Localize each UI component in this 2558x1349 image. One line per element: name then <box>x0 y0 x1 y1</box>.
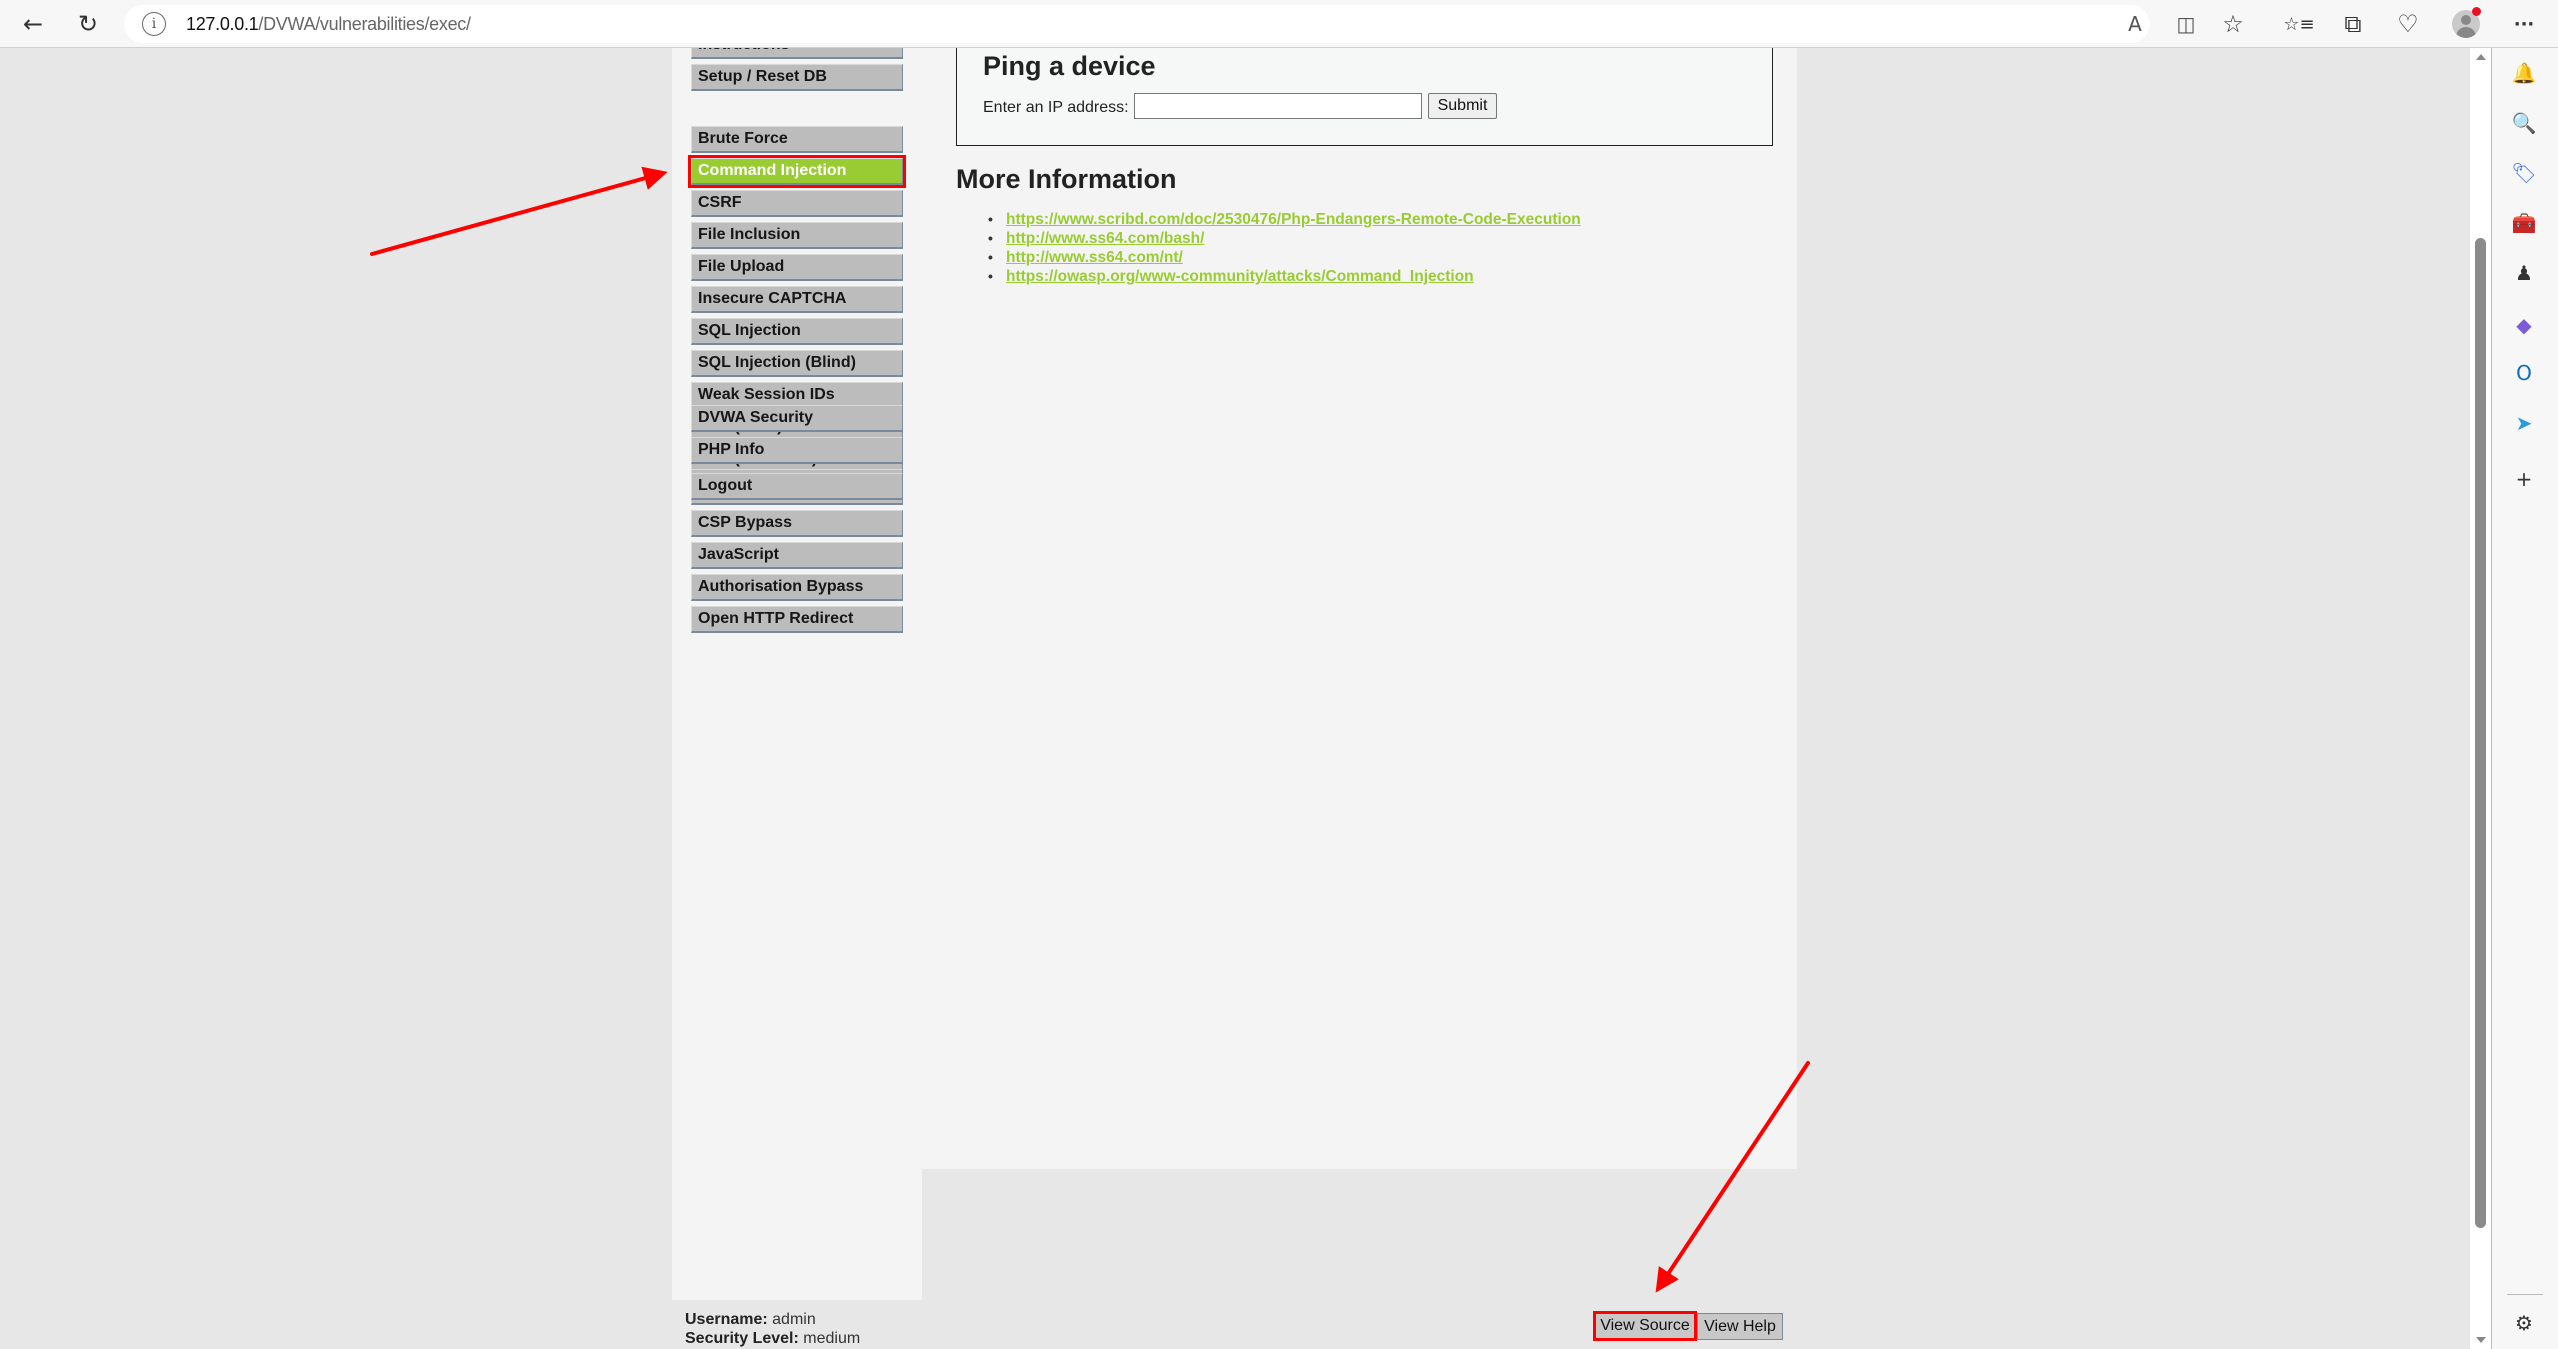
edge-sidebar: 🔔 🔍 🏷 🧰 ♟ ◆ O ➤ + ⚙ <box>2492 48 2558 1349</box>
sidebar-item-logout[interactable]: Logout <box>691 473 903 500</box>
username-row: Username: admin <box>685 1310 860 1329</box>
ip-address-input[interactable] <box>1134 93 1422 119</box>
search-icon[interactable]: 🔍 <box>2509 108 2539 138</box>
link-item: https://owasp.org/www-community/attacks/… <box>988 267 1581 286</box>
sidebar-item-authorisation-bypass[interactable]: Authorisation Bypass <box>691 574 903 601</box>
url-text[interactable]: 127.0.0.1/DVWA/vulnerabilities/exec/ <box>186 14 471 35</box>
username-value: admin <box>772 1311 816 1328</box>
read-aloud-icon[interactable]: A <box>2122 11 2148 37</box>
user-info: Username: admin Security Level: medium <box>685 1310 860 1348</box>
outlook-icon[interactable]: O <box>2509 358 2539 388</box>
more-information-links: https://www.scribd.com/doc/2530476/Php-E… <box>988 210 1581 286</box>
settings-gear-icon[interactable]: ⚙ <box>2509 1308 2539 1338</box>
add-icon[interactable]: + <box>2509 464 2539 494</box>
notification-dot <box>2472 7 2481 16</box>
sidebar-item-php-info[interactable]: PHP Info <box>691 437 903 464</box>
sidebar-item-insecure-captcha[interactable]: Insecure CAPTCHA <box>691 286 903 313</box>
sidebar-item-file-inclusion[interactable]: File Inclusion <box>691 222 903 249</box>
submit-button[interactable]: Submit <box>1428 93 1497 119</box>
link-item: http://www.ss64.com/nt/ <box>988 248 1581 267</box>
sidebar-item-csrf[interactable]: CSRF <box>691 190 903 217</box>
games-chess-icon[interactable]: ♟ <box>2509 258 2539 288</box>
link-item: http://www.ss64.com/bash/ <box>988 229 1581 248</box>
sidebar-item-javascript[interactable]: JavaScript <box>691 542 903 569</box>
url-path: /DVWA/vulnerabilities/exec/ <box>258 14 471 34</box>
sidebar-item-instructions[interactable]: Instructions <box>691 48 903 59</box>
tools-toolbox-icon[interactable]: 🧰 <box>2509 208 2539 238</box>
url-host: 127.0.0.1 <box>186 14 259 34</box>
microsoft-365-icon[interactable]: ◆ <box>2509 310 2539 340</box>
shopping-tag-icon[interactable]: 🏷 <box>2509 158 2539 188</box>
page-scrollbar[interactable] <box>2470 48 2492 1349</box>
scroll-down-arrow-icon[interactable] <box>2476 1337 2486 1343</box>
view-source-button[interactable]: View Source <box>1593 1311 1697 1341</box>
page-viewport: Ping a device Enter an IP address: Submi… <box>0 48 2470 1349</box>
sidebar-item-brute-force[interactable]: Brute Force <box>691 126 903 153</box>
scrollbar-thumb[interactable] <box>2475 238 2486 1228</box>
sidebar-item-sql-injection-blind[interactable]: SQL Injection (Blind) <box>691 350 903 377</box>
ping-title: Ping a device <box>983 51 1156 81</box>
sidebar-item-dvwa-security[interactable]: DVWA Security <box>691 405 903 432</box>
sidebar-item-setup-reset-db[interactable]: Setup / Reset DB <box>691 64 903 91</box>
site-info-icon[interactable]: i <box>142 12 166 36</box>
sidebar-item-command-injection[interactable]: Command Injection <box>688 155 906 188</box>
back-icon[interactable]: ← <box>17 8 49 40</box>
browser-essentials-icon[interactable]: ♡ <box>2392 8 2424 40</box>
more-information-heading: More Information <box>956 164 1177 194</box>
sidebar-item-open-http-redirect[interactable]: Open HTTP Redirect <box>691 606 903 633</box>
username-label: Username: <box>685 1311 768 1328</box>
link-ss64-bash[interactable]: http://www.ss64.com/bash/ <box>1006 230 1204 247</box>
security-level-row: Security Level: medium <box>685 1329 860 1348</box>
reload-icon[interactable]: ↻ <box>72 8 104 40</box>
scroll-up-arrow-icon[interactable] <box>2476 54 2486 60</box>
split-screen-icon[interactable]: ◫ <box>2173 11 2199 37</box>
view-help-button[interactable]: View Help <box>1697 1313 1783 1340</box>
link-item: https://www.scribd.com/doc/2530476/Php-E… <box>988 210 1581 229</box>
sidebar-item-file-upload[interactable]: File Upload <box>691 254 903 281</box>
sidebar-item-sql-injection[interactable]: SQL Injection <box>691 318 903 345</box>
sidebar-item-csp-bypass[interactable]: CSP Bypass <box>691 510 903 537</box>
security-level-label: Security Level: <box>685 1330 799 1347</box>
drop-send-icon[interactable]: ➤ <box>2509 408 2539 438</box>
link-owasp[interactable]: https://owasp.org/www-community/attacks/… <box>1006 268 1474 285</box>
link-scribd[interactable]: https://www.scribd.com/doc/2530476/Php-E… <box>1006 211 1581 228</box>
security-level-value: medium <box>803 1330 861 1347</box>
collections-icon[interactable]: ⧉ <box>2337 8 2369 40</box>
notifications-bell-icon[interactable]: 🔔 <box>2509 58 2539 88</box>
ping-form-box: Ping a device Enter an IP address: Submi… <box>956 48 1773 146</box>
favorite-icon[interactable]: ☆ <box>2217 8 2249 40</box>
ip-address-label: Enter an IP address: <box>983 99 1129 116</box>
favorites-list-icon[interactable]: ☆≡ <box>2283 8 2315 40</box>
edge-sidebar-divider <box>2507 1294 2543 1295</box>
more-icon[interactable]: ··· <box>2508 8 2540 40</box>
address-bar[interactable]: i 127.0.0.1/DVWA/vulnerabilities/exec/ A… <box>124 5 2195 43</box>
browser-toolbar: ← ↻ i 127.0.0.1/DVWA/vulnerabilities/exe… <box>0 0 2558 48</box>
link-ss64-nt[interactable]: http://www.ss64.com/nt/ <box>1006 249 1183 266</box>
